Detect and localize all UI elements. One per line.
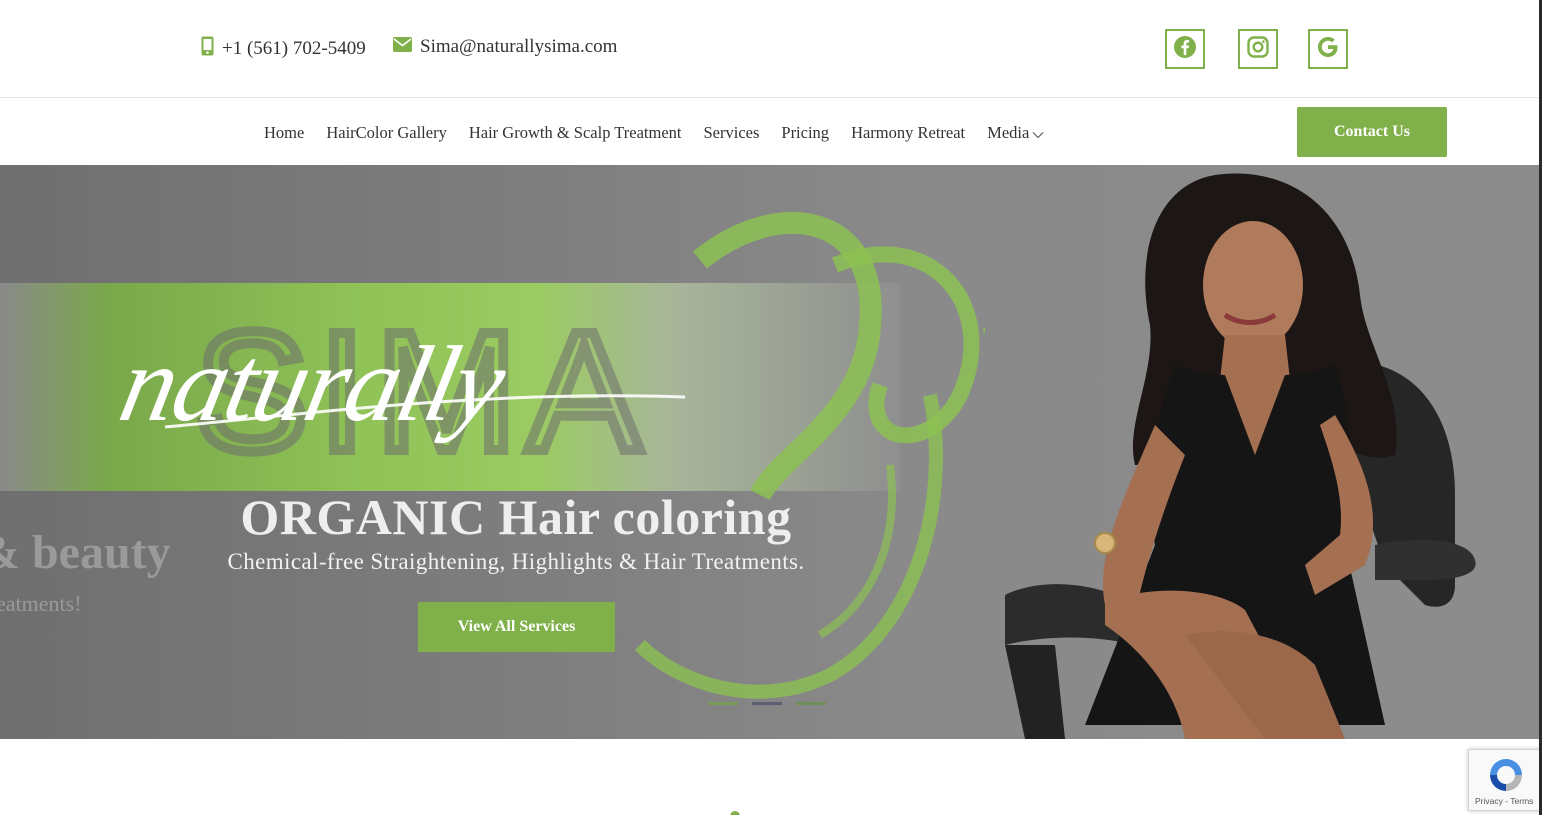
hero-title: ORGANIC Hair coloring [240, 489, 792, 545]
main-menu: Home HairColor Gallery Hair Growth & Sca… [264, 122, 1066, 144]
recaptcha-badge[interactable]: Privacy - Terms [1468, 749, 1542, 811]
instagram-link[interactable] [1238, 29, 1278, 69]
nav-haircolor-gallery[interactable]: HairColor Gallery [326, 122, 447, 144]
section-indicator [730, 811, 740, 815]
slide-dot-3[interactable] [796, 702, 826, 705]
email-address[interactable]: Sima@naturallysima.com [420, 36, 617, 58]
phone-contact[interactable]: +1 (561) 702-5409 [201, 36, 366, 62]
nav-media[interactable]: Media [987, 122, 1044, 144]
hero-subtitle: Chemical-free Straightening, Highlights … [227, 549, 805, 574]
nav-services[interactable]: Services [703, 122, 759, 144]
contact-us-button[interactable]: Contact Us [1297, 107, 1447, 157]
slider-pagination [708, 702, 840, 705]
nav-harmony-retreat[interactable]: Harmony Retreat [851, 122, 965, 144]
google-icon [1316, 35, 1340, 64]
nav-home[interactable]: Home [264, 122, 304, 144]
nav-pricing[interactable]: Pricing [781, 122, 829, 144]
hero-slider: SIMA naturally & beauty eatments! ORGANI… [0, 165, 1539, 739]
naturally-sima-logo: SIMA naturally [111, 212, 985, 699]
recaptcha-icon [1487, 756, 1525, 799]
stylist-photo [1005, 173, 1476, 739]
chevron-down-icon [1032, 124, 1044, 144]
facebook-link[interactable] [1165, 29, 1205, 69]
instagram-icon [1247, 35, 1269, 63]
slide-dot-1[interactable] [708, 702, 738, 705]
previous-slide-subtitle: eatments! [0, 591, 82, 616]
recaptcha-privacy-terms[interactable]: Privacy - Terms [1475, 796, 1533, 806]
view-all-services-button[interactable]: View All Services [418, 602, 615, 652]
mobile-phone-icon [201, 36, 214, 62]
email-contact[interactable]: Sima@naturallysima.com [393, 36, 617, 58]
phone-number[interactable]: +1 (561) 702-5409 [222, 38, 366, 60]
envelope-icon [393, 36, 412, 58]
top-contact-bar: +1 (561) 702-5409 Sima@naturallysima.com [0, 0, 1539, 98]
facebook-icon [1173, 35, 1197, 64]
nav-hair-growth-scalp-treatment[interactable]: Hair Growth & Scalp Treatment [469, 122, 682, 144]
google-link[interactable] [1308, 29, 1348, 69]
main-navigation-bar: Home HairColor Gallery Hair Growth & Sca… [0, 99, 1539, 165]
nav-media-label: Media [987, 123, 1030, 142]
slide-dot-2[interactable] [752, 702, 782, 705]
